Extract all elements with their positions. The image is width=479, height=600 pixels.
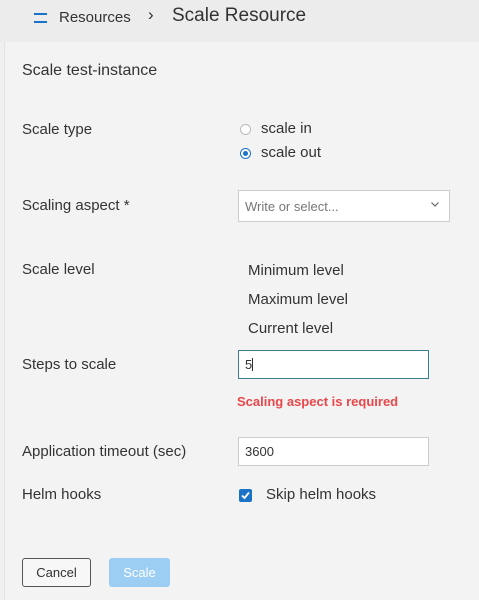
scaling-aspect-error: Scaling aspect is required bbox=[237, 394, 399, 409]
scale-level-maximum: Maximum level bbox=[248, 291, 349, 308]
application-timeout-label: Application timeout (sec) bbox=[22, 443, 187, 460]
radio-scale-in-label[interactable]: scale in bbox=[261, 120, 312, 137]
radio-scale-out-label[interactable]: scale out bbox=[261, 144, 321, 161]
skip-helm-hooks-checkbox[interactable] bbox=[239, 489, 252, 502]
page-title: Scale Resource bbox=[172, 5, 307, 26]
scale-button[interactable]: Scale bbox=[109, 558, 170, 587]
breadcrumb-resources-link[interactable]: Resources bbox=[59, 9, 131, 26]
steps-to-scale-label: Steps to scale bbox=[22, 356, 117, 373]
scaling-aspect-placeholder: Write or select... bbox=[245, 199, 339, 214]
form-title: Scale test-instance bbox=[22, 62, 158, 79]
checkmark-icon bbox=[241, 491, 250, 500]
radio-scale-in[interactable] bbox=[240, 124, 251, 135]
scale-type-label: Scale type bbox=[22, 121, 93, 138]
application-timeout-input[interactable]: 3600 bbox=[238, 437, 429, 466]
scale-form-card: Scale test-instance Scale type scale in … bbox=[4, 42, 479, 600]
chevron-right-icon: › bbox=[148, 5, 154, 24]
scale-level-label: Scale level bbox=[22, 261, 95, 278]
application-timeout-value: 3600 bbox=[245, 444, 274, 459]
scale-level-current: Current level bbox=[248, 320, 334, 337]
menu-icon[interactable] bbox=[34, 13, 47, 23]
chevron-down-icon bbox=[431, 202, 439, 207]
skip-helm-hooks-label[interactable]: Skip helm hooks bbox=[266, 486, 376, 503]
scale-level-minimum: Minimum level bbox=[248, 262, 344, 279]
steps-to-scale-value: 5 bbox=[245, 357, 253, 372]
helm-hooks-label: Helm hooks bbox=[22, 486, 102, 503]
radio-scale-out[interactable] bbox=[240, 148, 251, 159]
scaling-aspect-select[interactable]: Write or select... bbox=[238, 190, 450, 222]
top-bar: Resources › Scale Resource bbox=[0, 0, 479, 42]
steps-to-scale-input[interactable]: 5 bbox=[238, 350, 429, 379]
cancel-button[interactable]: Cancel bbox=[22, 558, 91, 587]
scaling-aspect-label: Scaling aspect * bbox=[22, 197, 130, 214]
text-caret bbox=[252, 358, 254, 371]
